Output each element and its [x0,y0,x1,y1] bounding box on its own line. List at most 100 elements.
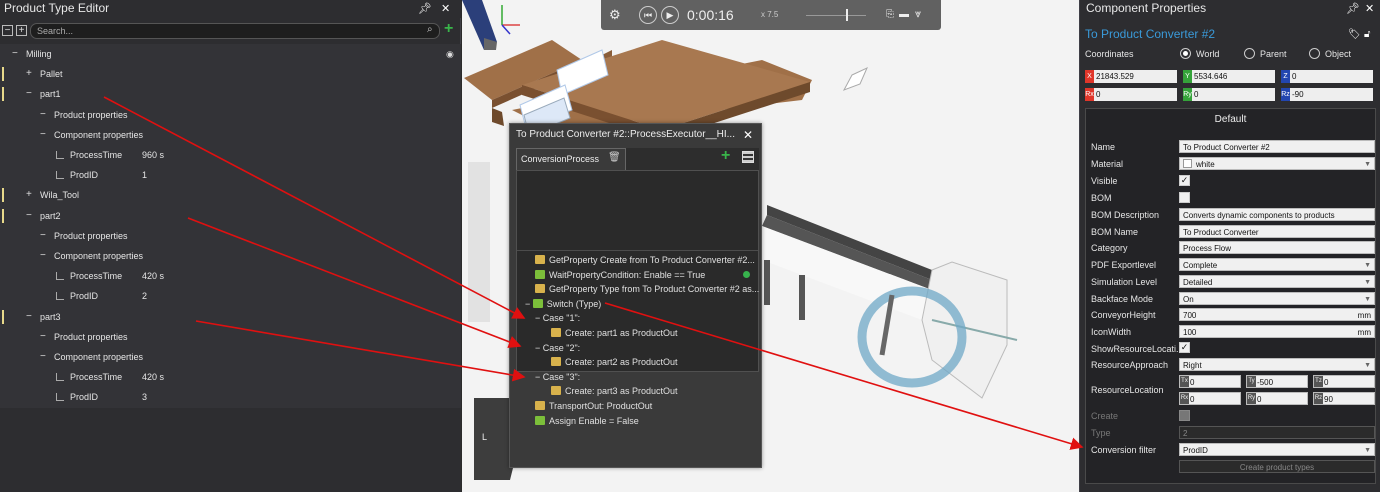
eye-icon[interactable]: ◉ [446,44,454,64]
statement-get-property-create[interactable]: GetProperty Create from To Product Conve… [535,253,755,267]
expand-all-icon[interactable]: + [16,25,27,36]
tree-item-prodid[interactable]: ProdID 1 [0,165,461,185]
add-icon[interactable]: + [444,20,453,38]
tree-item-prodid[interactable]: ProdID 2 [0,286,461,306]
statement-case-1[interactable]: − Case "1": [535,311,580,325]
statement-get-property-type[interactable]: GetProperty Type from To Product Convert… [535,282,759,296]
create-product-types-button[interactable]: Create product types [1179,460,1375,473]
visible-checkbox[interactable]: ✓ [1179,175,1190,186]
resource-tx-field[interactable]: Tx 0 [1179,375,1241,388]
show-resource-location-checkbox[interactable]: ✓ [1179,342,1190,353]
search-icon[interactable]: ⌕ [427,24,433,35]
expand-icon[interactable]: + [26,64,32,84]
resource-ry-field[interactable]: Ry 0 [1246,392,1308,405]
tree-item-part1[interactable]: − part1 [0,84,461,104]
tree-item-milling[interactable]: − Milling ◉ [0,44,461,64]
collapse-icon[interactable]: − [26,307,32,327]
speed-slider-track[interactable] [806,15,866,16]
resource-rz-field[interactable]: Rz 90 [1313,392,1375,405]
pin-icon[interactable]: 📌︎ [1346,2,1360,15]
tree-item-part2[interactable]: − part2 [0,206,461,226]
tree-item-product-properties[interactable]: − Product properties [0,327,461,347]
bom-checkbox[interactable] [1179,192,1190,203]
tree-item-wila-tool[interactable]: + Wila_Tool [0,185,461,205]
close-icon[interactable]: ✕ [743,128,753,142]
tab-conversion-process[interactable]: ConversionProcess 🗑︎ [516,148,626,170]
collapse-icon[interactable]: − [26,206,32,226]
coord-rz-field[interactable]: Rz -90 [1281,88,1373,101]
tree-item-pallet[interactable]: + Pallet [0,64,461,84]
backface-mode-select[interactable]: On ▼ [1179,292,1375,305]
pin-icon[interactable]: 📌︎ [418,2,432,15]
category-field[interactable]: Process Flow [1179,241,1375,254]
tree-item-component-properties[interactable]: − Component properties [0,347,461,367]
statement-assign-enable[interactable]: Assign Enable = False [535,414,639,428]
statement-switch[interactable]: − Switch (Type) [525,297,601,311]
lock-icon[interactable]: 🔓︎ [1364,29,1370,40]
resource-tz-field[interactable]: Tz 0 [1313,375,1375,388]
resource-ty-field[interactable]: Ty -500 [1246,375,1308,388]
tree-item-processtime[interactable]: ProcessTime 420 s [0,367,461,387]
pdf-export-icon[interactable]: ⎘ [886,9,894,20]
statement-grid-icon[interactable] [742,151,754,163]
search-input[interactable]: Search... [30,23,440,39]
collapse-icon[interactable]: − [40,125,46,145]
statement-case-2[interactable]: − Case "2": [535,341,580,355]
collapse-all-icon[interactable]: − [2,25,13,36]
tree-item-processtime[interactable]: ProcessTime 960 s [0,145,461,165]
add-icon[interactable]: + [721,147,730,165]
collapse-icon[interactable]: − [525,299,533,309]
tree-item-prodid[interactable]: ProdID 3 [0,387,461,407]
statement-create-part1[interactable]: Create: part1 as ProductOut [551,326,678,340]
tree-item-processtime[interactable]: ProcessTime 420 s [0,266,461,286]
collapse-icon[interactable]: − [26,84,32,104]
radio-parent[interactable] [1244,48,1255,59]
collapse-icon[interactable]: − [40,105,46,125]
collapse-icon[interactable]: − [12,44,18,64]
tree-item-product-properties[interactable]: − Product properties [0,226,461,246]
collapse-icon[interactable]: − [40,347,46,367]
statement-transport-out[interactable]: TransportOut: ProductOut [535,399,652,413]
conveyor-height-field[interactable]: 700 mm [1179,308,1375,321]
bom-description-field[interactable]: Converts dynamic components to products [1179,208,1375,221]
expand-icon[interactable]: + [26,185,32,205]
speed-slider-thumb[interactable] [846,9,848,21]
close-icon[interactable]: ✕ [1365,2,1374,15]
coord-z-field[interactable]: Z0 [1281,70,1373,83]
tree-item-part3[interactable]: − part3 [0,307,461,327]
bom-name-field[interactable]: To Product Converter [1179,225,1375,238]
close-icon[interactable]: ✕ [441,2,450,15]
radio-object[interactable] [1309,48,1320,59]
coord-rx-field[interactable]: Rx 0 [1085,88,1177,101]
statement-create-part3[interactable]: Create: part3 as ProductOut [551,384,678,398]
reset-icon[interactable]: ⏮ [639,6,657,24]
collapse-icon[interactable]: − [535,343,543,353]
video-record-icon[interactable]: ▬ [899,9,909,20]
radio-world[interactable] [1180,48,1191,59]
coord-ry-field[interactable]: Ry 0 [1183,88,1275,101]
resource-rx-field[interactable]: Rx 0 [1179,392,1241,405]
collapse-icon[interactable]: − [535,372,543,382]
tag-icon[interactable]: 🏷︎ [1348,29,1361,40]
tree-item-product-properties[interactable]: − Product properties [0,105,461,125]
coord-y-field[interactable]: Y 5534.646 [1183,70,1275,83]
simulation-level-select[interactable]: Detailed ▼ [1179,275,1375,288]
collapse-icon[interactable]: − [40,246,46,266]
resource-approach-select[interactable]: Right ▼ [1179,358,1375,371]
coord-x-field[interactable]: X 21843.529 [1085,70,1177,83]
settings-icon[interactable]: ⚙ [609,7,621,23]
play-icon[interactable]: ▶ [661,6,679,24]
pdf-exportlevel-select[interactable]: Complete ▼ [1179,258,1375,271]
collapse-icon[interactable]: − [40,226,46,246]
statement-create-part2[interactable]: Create: part2 as ProductOut [551,355,678,369]
statement-wait-property-condition[interactable]: WaitPropertyCondition: Enable == True [535,268,705,282]
performance-icon[interactable]: ⩔ [915,8,921,21]
collapse-icon[interactable]: − [40,327,46,347]
conversion-filter-select[interactable]: ProdID ▼ [1179,443,1375,456]
collapse-icon[interactable]: − [535,313,543,323]
name-field[interactable]: To Product Converter #2 [1179,140,1375,153]
tree-item-component-properties[interactable]: − Component properties [0,125,461,145]
delete-icon[interactable]: 🗑︎ [608,152,621,163]
statement-case-3[interactable]: − Case "3": [535,370,580,384]
material-select[interactable]: white ▼ [1179,157,1375,170]
